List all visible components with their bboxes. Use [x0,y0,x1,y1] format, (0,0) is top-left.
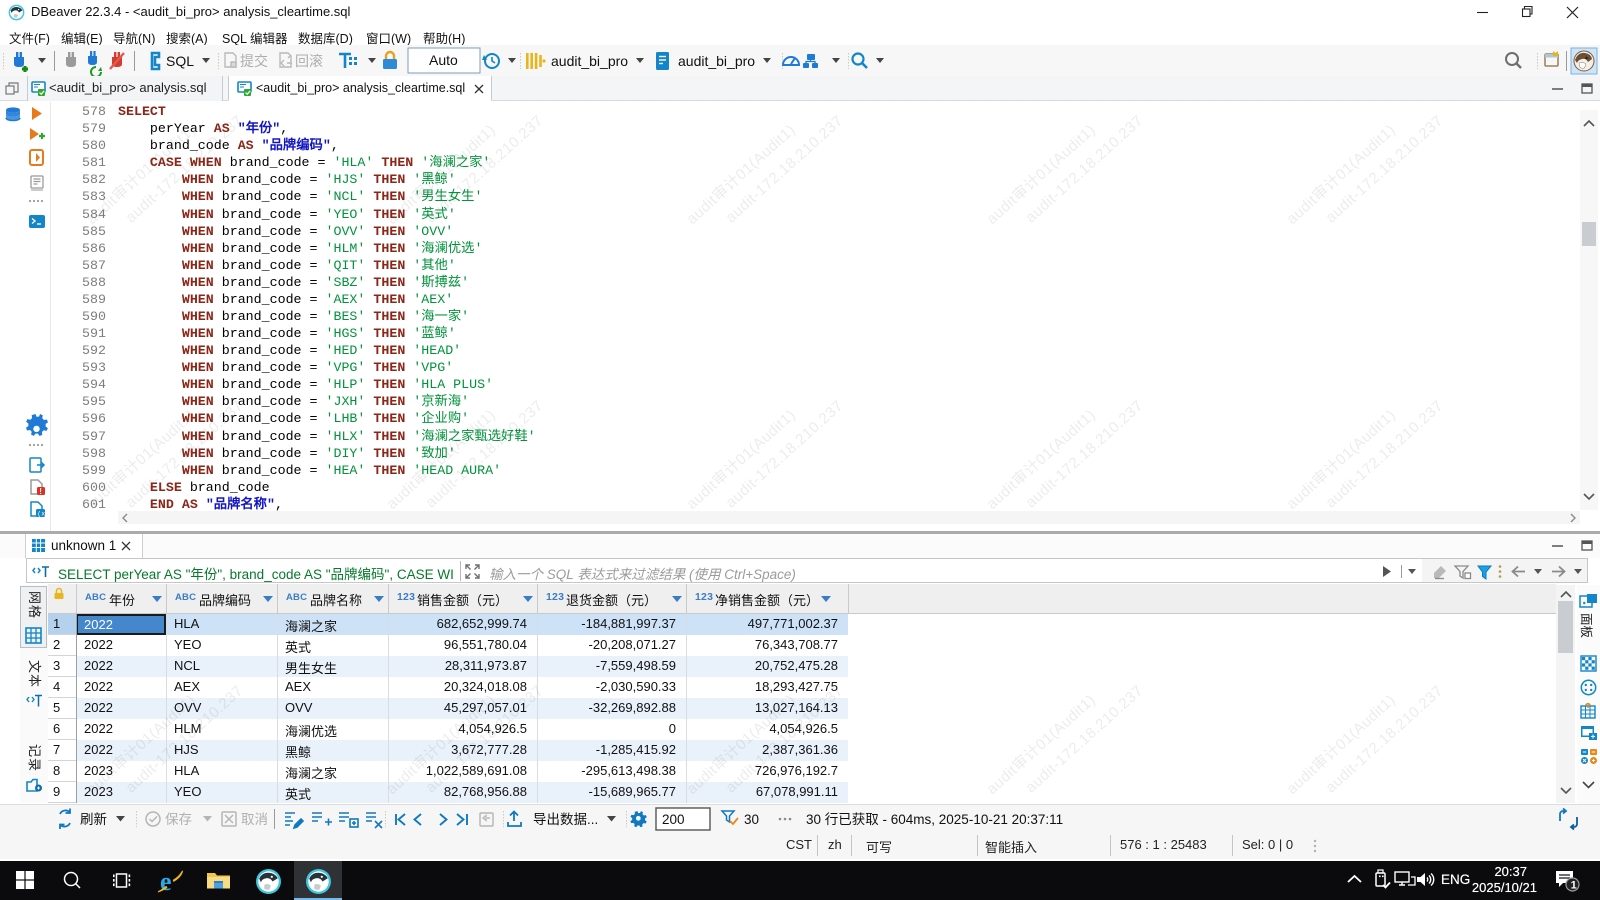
svg-text:刷新: 刷新 [80,812,107,827]
svg-text:Auto: Auto [429,52,458,68]
svg-text:取消: 取消 [241,812,268,827]
svg-text:保存: 保存 [165,812,192,827]
svg-text:200: 200 [662,812,685,827]
svg-text:30: 30 [744,812,759,827]
svg-text:SQL: SQL [166,53,194,69]
svg-text:导出数据...: 导出数据... [533,812,598,827]
svg-text:回滚: 回滚 [295,53,323,69]
svg-text:audit_bi_pro: audit_bi_pro [678,53,755,69]
svg-text:audit_bi_pro: audit_bi_pro [551,53,628,69]
svg-text:提交: 提交 [240,53,268,69]
svg-text:1: 1 [1571,880,1577,892]
svg-text:30 行已获取 - 604ms, 2025-10-21 20: 30 行已获取 - 604ms, 2025-10-21 20:37:11 [806,812,1063,827]
